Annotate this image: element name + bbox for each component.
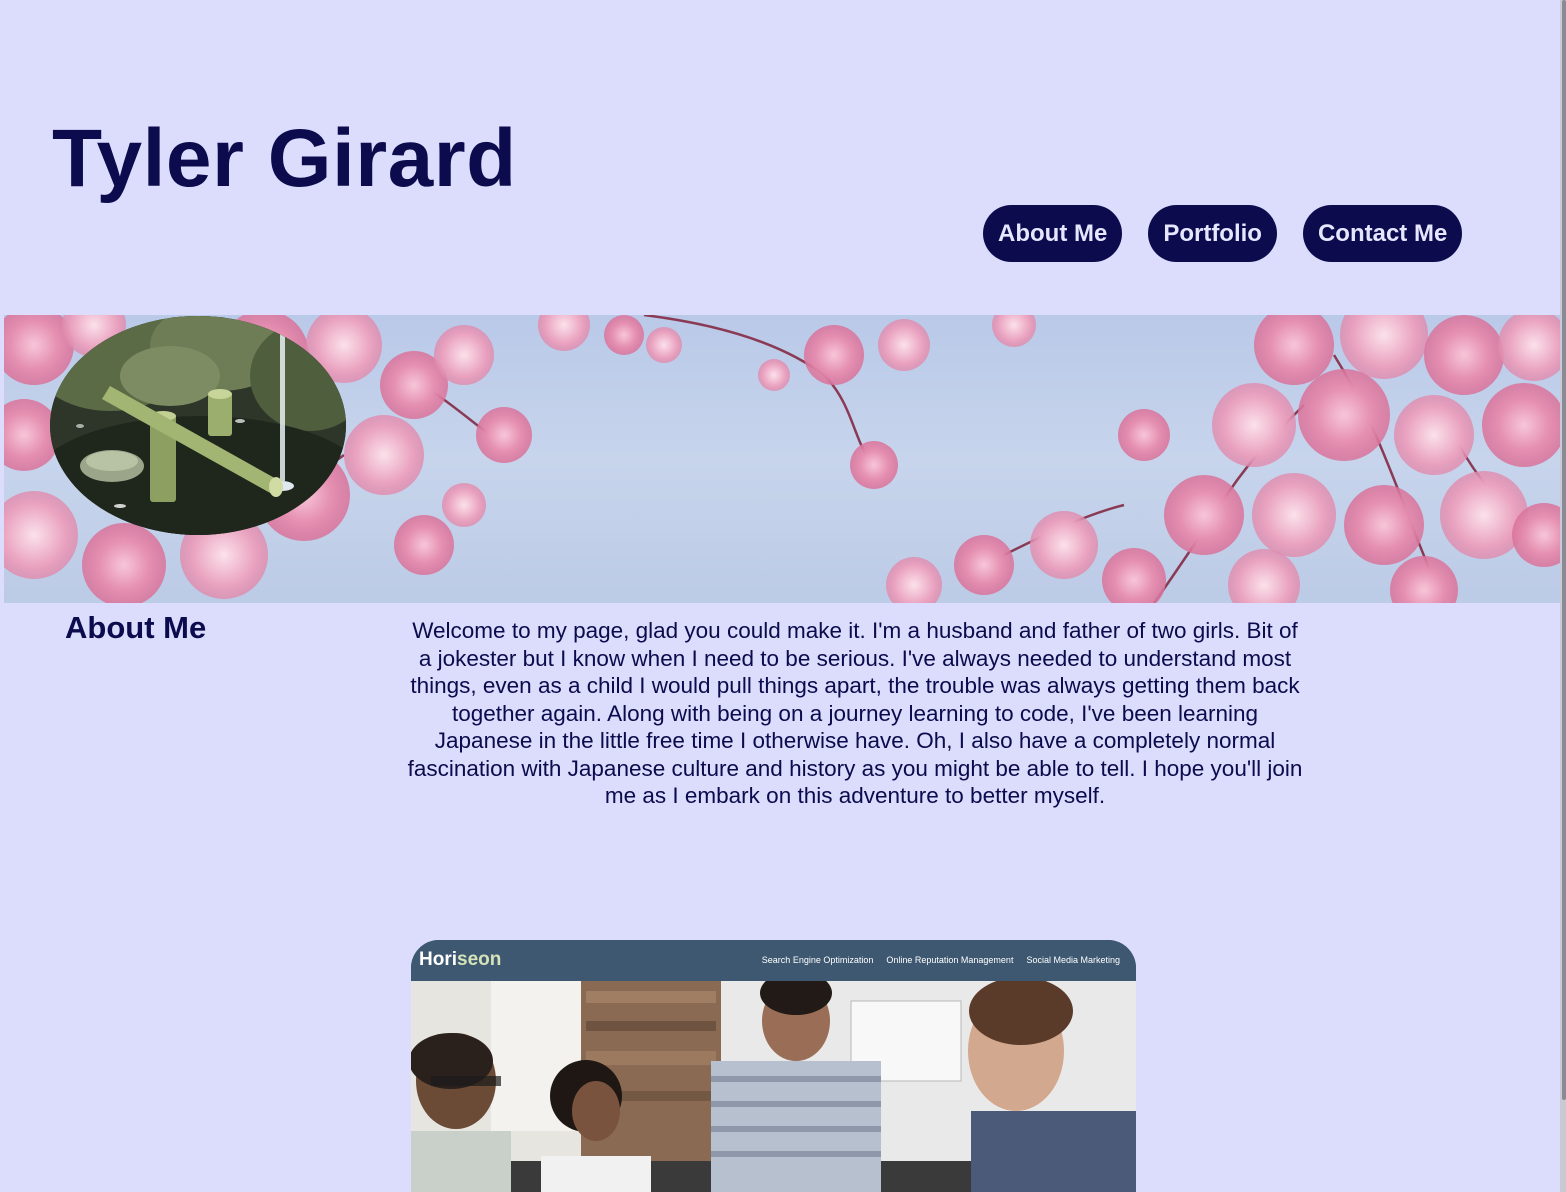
nav-portfolio-button[interactable]: Portfolio <box>1148 205 1277 262</box>
pc-link-reputation: Online Reputation Management <box>886 955 1014 965</box>
portfolio-card-links: Search Engine Optimization Online Reputa… <box>762 955 1120 965</box>
scrollbar-thumb[interactable] <box>1562 0 1566 1100</box>
horiseon-logo: Horiseon <box>419 949 501 971</box>
pc-link-social-media: Social Media Marketing <box>1026 955 1120 965</box>
nav-contact-me-button[interactable]: Contact Me <box>1302 205 1463 262</box>
horiseon-logo-suffix: seon <box>457 949 502 970</box>
profile-avatar-image <box>50 316 346 535</box>
page: Tyler Girard About Me Portfolio Contact … <box>0 0 1560 1192</box>
horiseon-logo-prefix: Hori <box>419 949 457 970</box>
bamboo-fountain-illustration <box>50 316 346 535</box>
pc-link-seo: Search Engine Optimization <box>761 955 874 965</box>
portfolio-project-card[interactable]: Horiseon Search Engine Optimization Onli… <box>411 940 1136 1192</box>
portfolio-card-header: Horiseon Search Engine Optimization Onli… <box>411 940 1136 981</box>
team-meeting-photo <box>411 981 1136 1192</box>
about-me-text: Welcome to my page, glad you could make … <box>407 618 1303 808</box>
vertical-scrollbar[interactable] <box>1560 0 1566 1192</box>
main-nav: About Me Portfolio Contact Me <box>983 205 1463 262</box>
about-me-heading: About Me <box>65 610 207 645</box>
nav-about-me-button[interactable]: About Me <box>983 205 1123 262</box>
site-title: Tyler Girard <box>52 113 517 204</box>
